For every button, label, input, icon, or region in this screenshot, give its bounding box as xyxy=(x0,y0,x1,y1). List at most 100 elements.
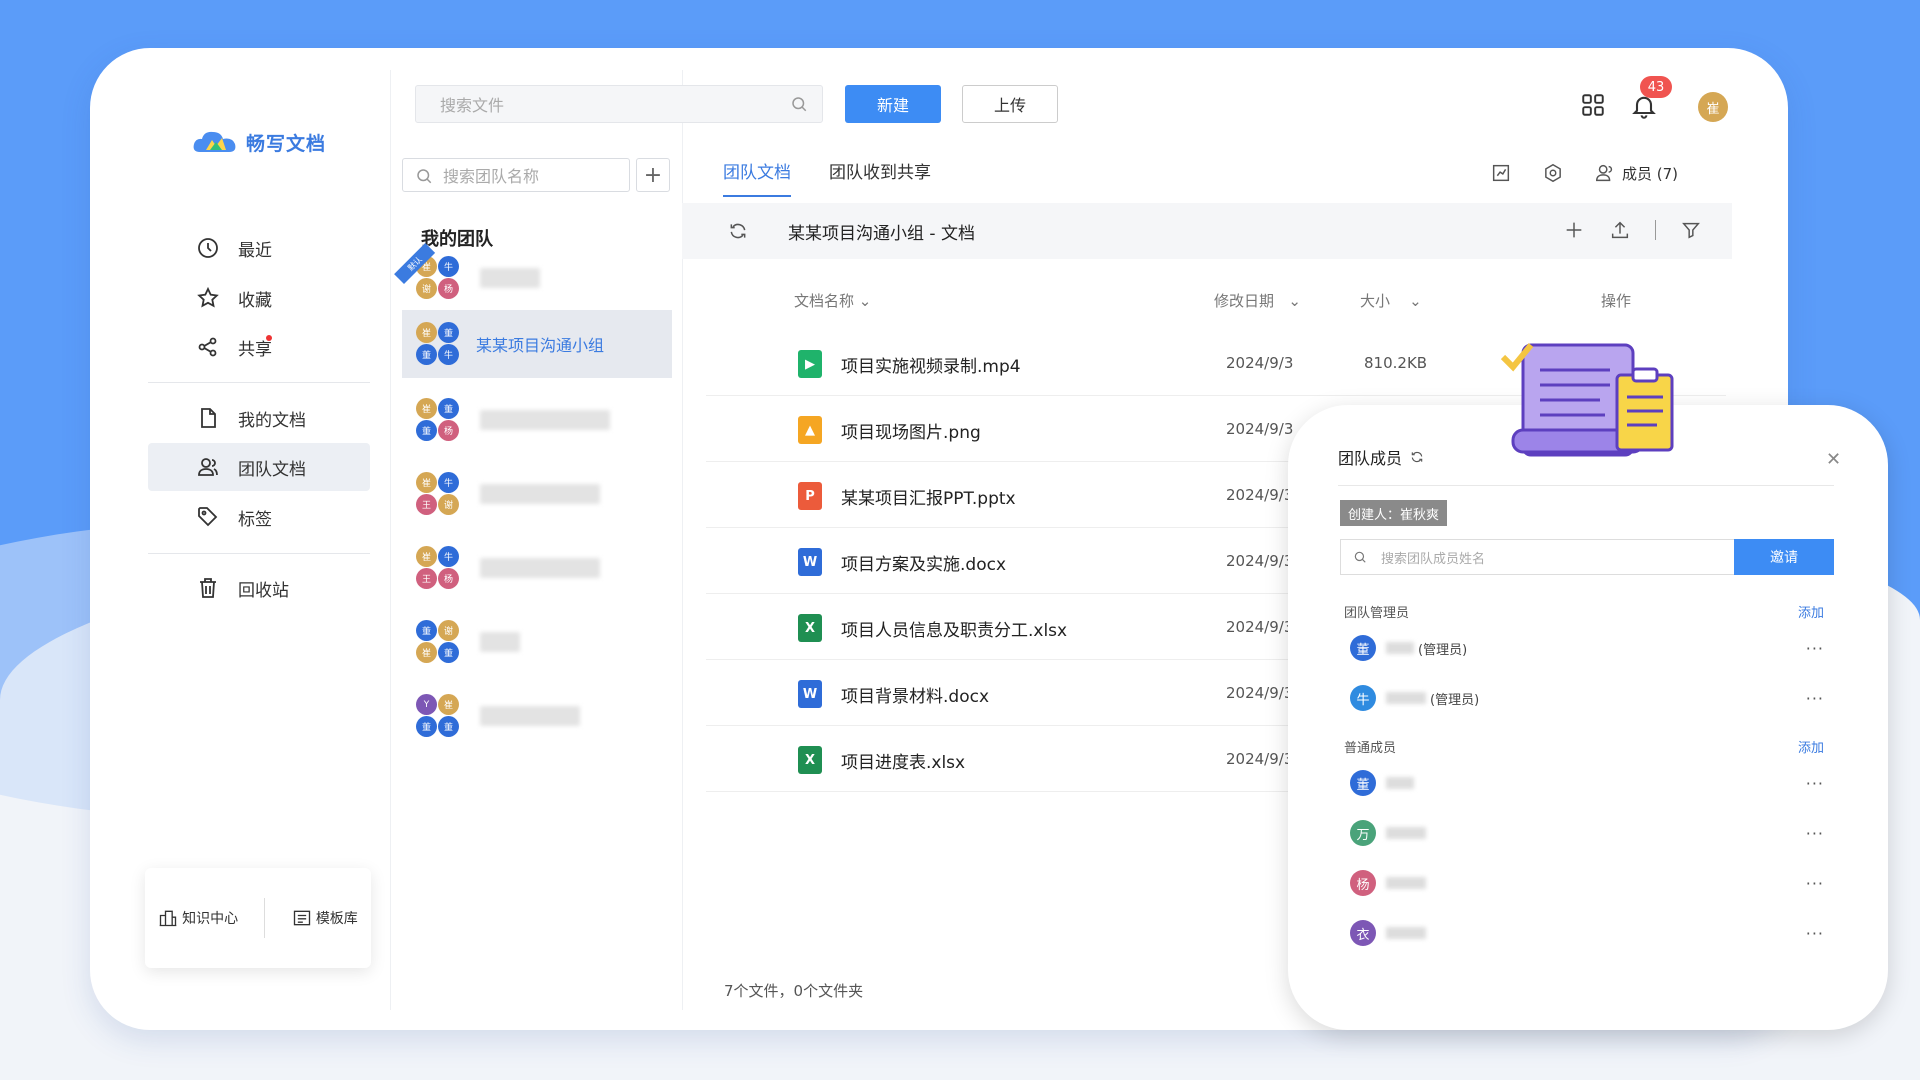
image-file-icon: ▲ xyxy=(798,416,822,444)
more-options-icon[interactable]: ··· xyxy=(1806,639,1824,658)
user-avatar[interactable]: 崔 xyxy=(1698,92,1728,122)
tab-team-received[interactable]: 团队收到共享 xyxy=(829,158,931,197)
new-button[interactable]: 新建 xyxy=(845,85,941,123)
bottom-links-card: 知识中心 模板库 xyxy=(145,868,371,968)
nav-favorites[interactable]: 收藏 xyxy=(148,274,370,322)
col-modified-label: 修改日期 xyxy=(1214,292,1275,310)
apps-grid-icon[interactable] xyxy=(1580,92,1606,118)
col-actions-header: 操作 xyxy=(1601,292,1632,310)
tab-team-docs[interactable]: 团队文档 xyxy=(723,158,791,197)
redacted-team-name xyxy=(480,268,540,288)
ppt-file-icon: P xyxy=(798,482,822,510)
file-name[interactable]: 项目进度表.xlsx xyxy=(841,748,965,773)
content-tabs: 团队文档 团队收到共享 xyxy=(723,158,931,197)
team-row[interactable]: 董谢崔董 xyxy=(402,608,672,676)
team-row[interactable]: 崔董董牛某某项目沟通小组 xyxy=(402,310,672,378)
nav-team-docs[interactable]: 团队文档 xyxy=(148,443,370,491)
file-search-input[interactable]: 搜索文件 xyxy=(415,85,823,123)
more-options-icon[interactable]: ··· xyxy=(1806,689,1824,708)
search-icon xyxy=(1354,551,1366,563)
file-name[interactable]: 项目人员信息及职责分工.xlsx xyxy=(841,616,1067,641)
file-search-placeholder: 搜索文件 xyxy=(440,96,505,115)
breadcrumb-title: 某某项目沟通小组 - 文档 xyxy=(788,223,975,244)
template-icon xyxy=(293,910,310,926)
more-options-icon[interactable]: ··· xyxy=(1806,874,1824,893)
nav-recent-label: 最近 xyxy=(238,240,272,261)
member-avatar: 董 xyxy=(416,420,437,441)
member-row[interactable]: 衣 ··· xyxy=(1350,915,1830,951)
star-icon xyxy=(197,286,219,308)
member-avatar: 杨 xyxy=(1350,870,1376,896)
col-name-label: 文档名称 xyxy=(794,292,855,310)
nav-recent[interactable]: 最近 xyxy=(148,224,370,272)
close-icon[interactable]: ✕ xyxy=(1826,449,1841,470)
more-options-icon[interactable]: ··· xyxy=(1806,824,1824,843)
member-avatar: 董 xyxy=(1350,770,1376,796)
members-icon xyxy=(1596,164,1613,182)
template-library-label: 模板库 xyxy=(315,911,358,927)
nav-divider xyxy=(148,382,370,383)
team-row[interactable]: Y崔董董 xyxy=(402,682,672,750)
document-icon xyxy=(201,408,216,428)
redacted-member-name xyxy=(1386,877,1426,889)
excel-file-icon: X xyxy=(798,614,822,642)
more-options-icon[interactable]: ··· xyxy=(1806,924,1824,943)
file-name[interactable]: 项目实施视频录制.mp4 xyxy=(841,352,1021,377)
nav-recycle[interactable]: 回收站 xyxy=(148,564,370,612)
team-row[interactable]: 崔牛王谢 xyxy=(402,460,672,528)
member-avatar: 董 xyxy=(416,344,437,365)
video-file-icon: ▶ xyxy=(798,350,822,378)
more-options-icon[interactable]: ··· xyxy=(1806,774,1824,793)
filter-icon[interactable] xyxy=(1680,219,1702,241)
member-avatar: 谢 xyxy=(438,494,459,515)
nav-my-docs[interactable]: 我的文档 xyxy=(148,394,370,442)
admin-role-label: (管理员) xyxy=(1430,692,1480,708)
team-row[interactable]: 崔牛谢杨默认 xyxy=(394,242,672,312)
column-divider xyxy=(390,70,391,1010)
team-row[interactable]: 崔董董杨 xyxy=(402,386,672,454)
clock-icon xyxy=(198,238,218,258)
file-name[interactable]: 项目现场图片.png xyxy=(841,418,981,443)
template-library-link[interactable]: 模板库 xyxy=(292,908,358,928)
chart-icon[interactable] xyxy=(1490,162,1512,184)
redacted-team-name xyxy=(480,632,520,652)
file-size: 810.2KB xyxy=(1364,354,1428,372)
refresh-icon[interactable] xyxy=(1410,450,1424,464)
col-size-header[interactable]: 大小 ⌄ xyxy=(1360,290,1422,311)
refresh-icon[interactable] xyxy=(728,221,748,241)
nav-favorites-label: 收藏 xyxy=(238,290,272,311)
add-member-link[interactable]: 添加 xyxy=(1798,737,1824,756)
settings-icon[interactable] xyxy=(1542,162,1564,184)
members-button[interactable]: 成员 (7) xyxy=(1594,162,1678,184)
team-search-input[interactable]: 搜索团队名称 xyxy=(402,158,630,192)
invite-button[interactable]: 邀请 xyxy=(1734,539,1834,575)
nav-shared[interactable]: 共享 xyxy=(148,323,370,371)
file-name[interactable]: 项目背景材料.docx xyxy=(841,682,989,707)
member-row[interactable]: 牛 (管理员) ··· xyxy=(1350,680,1830,716)
file-name[interactable]: 项目方案及实施.docx xyxy=(841,550,1006,575)
upload-icon[interactable] xyxy=(1609,219,1631,241)
file-name[interactable]: 某某项目汇报PPT.pptx xyxy=(841,484,1016,509)
team-row[interactable]: 崔牛王杨 xyxy=(402,534,672,602)
building-icon xyxy=(159,910,177,927)
upload-button[interactable]: 上传 xyxy=(962,85,1058,123)
add-team-button[interactable]: + xyxy=(636,158,670,192)
member-row[interactable]: 万 ··· xyxy=(1350,815,1830,851)
member-search-input[interactable]: 搜索团队成员姓名 xyxy=(1340,539,1736,575)
plus-icon[interactable] xyxy=(1563,219,1585,241)
redacted-member-name xyxy=(1386,692,1426,704)
creator-badge: 创建人：崔秋爽 xyxy=(1340,500,1448,526)
app-logo[interactable]: 畅写文档 xyxy=(192,128,326,156)
nav-tags[interactable]: 标签 xyxy=(148,493,370,541)
col-name-header[interactable]: 文档名称 ⌄ xyxy=(794,290,871,311)
member-row[interactable]: 董 ··· xyxy=(1350,765,1830,801)
member-row[interactable]: 董 (管理员) ··· xyxy=(1350,630,1830,666)
add-admin-link[interactable]: 添加 xyxy=(1798,602,1824,621)
members-panel-title-text: 团队成员 xyxy=(1338,449,1403,468)
col-modified-header[interactable]: 修改日期 ⌄ xyxy=(1214,290,1301,311)
nav-divider xyxy=(148,553,370,554)
file-count: 7个文件，0个文件夹 xyxy=(724,982,864,1000)
member-row[interactable]: 杨 ··· xyxy=(1350,865,1830,901)
knowledge-center-link[interactable]: 知识中心 xyxy=(158,908,238,928)
member-avatar: 王 xyxy=(416,568,437,589)
